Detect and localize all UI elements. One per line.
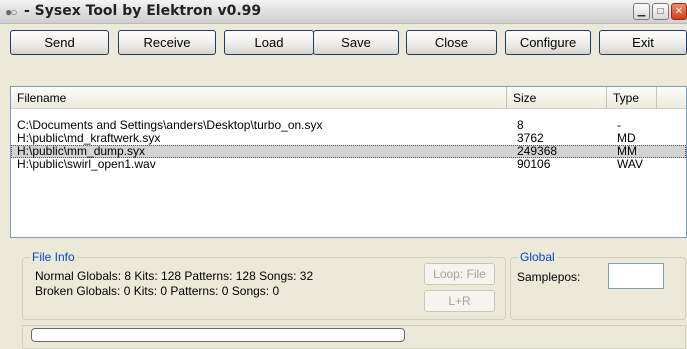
maximize-icon: □ (657, 6, 664, 17)
column-header-empty (657, 87, 686, 109)
send-button[interactable]: Send (10, 30, 109, 55)
app-icon: ●○ (5, 5, 17, 19)
samplepos-input[interactable] (608, 263, 664, 289)
app-window: ●○ - Sysex Tool by Elektron v0.99 ▁ □ ✕ … (0, 0, 687, 349)
receive-button[interactable]: Receive (118, 30, 216, 55)
window-title: - Sysex Tool by Elektron v0.99 (24, 3, 262, 19)
load-button[interactable]: Load (224, 30, 314, 55)
save-button[interactable]: Save (313, 30, 399, 55)
close-icon: ✕ (674, 6, 684, 17)
exit-button[interactable]: Exit (599, 30, 687, 55)
column-header-size[interactable]: Size (507, 87, 607, 109)
column-header-filename[interactable]: Filename (11, 87, 507, 109)
column-header-type[interactable]: Type (607, 87, 657, 109)
close-window-button[interactable]: ✕ (671, 3, 687, 20)
normal-globals-text: Normal Globals: 8 Kits: 128 Patterns: 12… (35, 269, 314, 283)
file-list[interactable]: Filename Size Type C:\Documents and Sett… (10, 86, 687, 238)
progress-bar (31, 328, 405, 342)
minimize-button[interactable]: ▁ (633, 3, 650, 20)
toolbar: Send Receive Load Save Close Configure E… (10, 30, 687, 56)
minimize-icon: ▁ (637, 6, 646, 17)
title-bar[interactable]: ●○ - Sysex Tool by Elektron v0.99 ▁ □ ✕ (0, 0, 687, 24)
broken-globals-text: Broken Globals: 0 Kits: 0 Patterns: 0 So… (35, 284, 280, 298)
size-cell: 90106 (517, 157, 551, 171)
maximize-button[interactable]: □ (652, 3, 669, 20)
global-legend: Global (518, 250, 557, 264)
loop-file-button[interactable]: Loop: File (424, 263, 495, 285)
close-button[interactable]: Close (406, 30, 497, 55)
configure-button[interactable]: Configure (505, 30, 591, 55)
samplepos-label: Samplepos: (517, 270, 581, 284)
table-row[interactable]: H:\public\swirl_open1.wav 90106 WAV (11, 158, 686, 171)
type-cell: WAV (617, 157, 643, 171)
lr-button[interactable]: L+R (424, 290, 495, 312)
filename-cell: H:\public\swirl_open1.wav (17, 157, 156, 171)
file-info-legend: File Info (30, 250, 77, 264)
